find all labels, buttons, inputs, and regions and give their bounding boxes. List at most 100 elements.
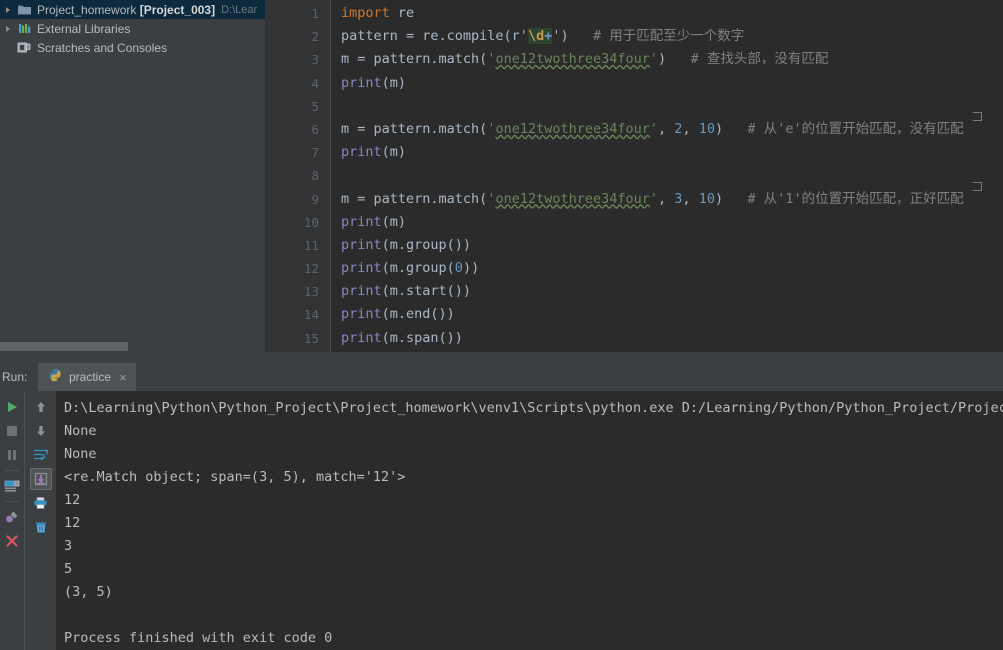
pause-button[interactable] [1,444,23,466]
tab-practice[interactable]: practice × [38,363,136,391]
tree-item-external-libraries[interactable]: External Libraries [0,19,265,38]
stop-button[interactable] [1,420,23,442]
top-area: Project_homework [Project_003] D:\Lear E… [0,0,1003,352]
line-number: 4 [311,75,319,91]
string-quote-close: ' [649,51,659,68]
print-arg: (m.span()) [381,329,463,346]
down-button[interactable] [30,420,52,442]
console-line: 5 [64,561,73,577]
tree-item-project-homework[interactable]: Project_homework [Project_003] D:\Lear [0,0,265,19]
console-line: <re.Match object; span=(3, 5), match='12… [64,469,406,485]
scratches-icon [16,40,33,55]
console-line: D:\Learning\Python\Python_Project\Projec… [64,400,1003,416]
console-line: Process finished with exit code 0 [64,630,333,646]
expand-arrow-icon[interactable] [4,23,15,34]
rerun-button[interactable] [1,396,23,418]
attach-button[interactable] [1,506,23,528]
close-button[interactable] [1,530,23,552]
tree-item-scratches-and-consoles[interactable]: Scratches and Consoles [0,38,265,57]
code-line-12: print(m.group(0)) [341,257,1003,280]
console-button[interactable] [1,475,23,497]
folder-icon [16,2,33,17]
toolbar-separator [5,501,19,502]
keyword-import: import [341,5,390,21]
code-line-15: print(m.span()) [341,327,1003,350]
module-name: re [389,5,415,21]
python-icon [48,368,62,387]
code-line-13: print(m.start()) [341,280,1003,303]
code-line-4: print(m) [341,72,1003,95]
code-fold-marker-icon[interactable] [973,182,982,191]
print-arg-close: )) [462,260,480,277]
pos-arg-end: 10 [698,190,715,207]
pycharm-window: Project_homework [Project_003] D:\Lear E… [0,0,1003,650]
run-toolbar-left [0,391,24,650]
console-line: (3, 5) [64,584,113,600]
up-button[interactable] [30,396,52,418]
console-line: 12 [64,492,81,508]
code-content[interactable]: import re pattern = re.compile(r'\d+') #… [331,0,1003,352]
print-function: print [341,74,382,91]
console-line: 3 [64,538,73,554]
console-output[interactable]: D:\Learning\Python\Python_Project\Projec… [56,391,1003,650]
code-fold-marker-icon[interactable] [973,112,982,121]
print-arg: (m.start()) [381,283,472,300]
close-paren: ) [714,190,724,207]
print-function: print [341,236,382,253]
line-number: 9 [311,191,319,207]
expand-arrow-icon[interactable] [4,4,15,15]
match-call-prefix: m = pattern.match( [341,51,488,68]
print-arg: (m) [381,144,407,161]
comment-line-6: # 从'e'的位置开始匹配，没有匹配 [747,120,964,137]
line-number: 6 [311,121,319,137]
tree-item-label: Scratches and Consoles [37,40,168,55]
line-number: 11 [303,237,319,253]
match-call-prefix: m = pattern.match( [341,120,488,137]
clear-all-button[interactable] [30,516,52,538]
comment-line-3: # 查找头部，没有匹配 [690,51,829,68]
library-icon [16,21,33,36]
line-number: 2 [311,29,319,45]
soft-wrap-button[interactable] [30,444,52,466]
print-function: print [341,260,382,277]
arg-separator: , [658,120,675,137]
toolbar-separator [5,470,19,471]
run-label: Run: [2,370,28,384]
code-line-2: pattern = re.compile(r'\d+') # 用于匹配至少一个数… [341,25,1003,48]
code-line-7: print(m) [341,141,1003,164]
code-editor[interactable]: 1 2 3 4 5 6 7 8 9 10 11 12 13 14 15 impo… [265,0,1003,352]
comment-line-2: # 用于匹配至少一个数字 [593,28,745,45]
print-function: print [341,213,382,230]
project-horizontal-scrollbar[interactable] [0,341,265,352]
code-line-14: print(m.end()) [341,303,1003,326]
run-body: D:\Learning\Python\Python_Project\Projec… [0,391,1003,650]
print-arg: (m.end()) [381,306,455,323]
string-quote-close: ' [649,120,659,137]
line-number: 14 [303,307,319,323]
run-toolbar-right [24,391,56,650]
code-line-6: m = pattern.match('one12twothree34four',… [341,118,1003,141]
close-icon[interactable]: × [118,371,128,384]
tab-label: practice [69,370,112,384]
match-string-literal: one12twothree34four [495,190,650,207]
print-button[interactable] [30,492,52,514]
line-number: 15 [303,330,319,346]
match-call-prefix: m = pattern.match( [341,190,488,207]
code-line-1: import re [341,2,1003,25]
scroll-to-end-button[interactable] [29,468,52,490]
run-header: Run: practice × [0,363,1003,391]
pattern-assignment: pattern = re.compile(r' [341,28,528,45]
scrollbar-thumb[interactable] [0,342,128,351]
console-line: None [64,423,97,439]
print-function: print [341,306,382,323]
code-line-11: print(m.group()) [341,234,1003,257]
print-arg: (m.group()) [381,236,472,253]
project-tool-window: Project_homework [Project_003] D:\Lear E… [0,0,265,352]
close-paren: ) [658,51,667,68]
editor-gutter[interactable]: 1 2 3 4 5 6 7 8 9 10 11 12 13 14 15 [265,0,331,352]
arg-separator: , [682,120,699,137]
line-number: 8 [311,168,319,184]
horizontal-splitter[interactable] [0,352,1003,363]
